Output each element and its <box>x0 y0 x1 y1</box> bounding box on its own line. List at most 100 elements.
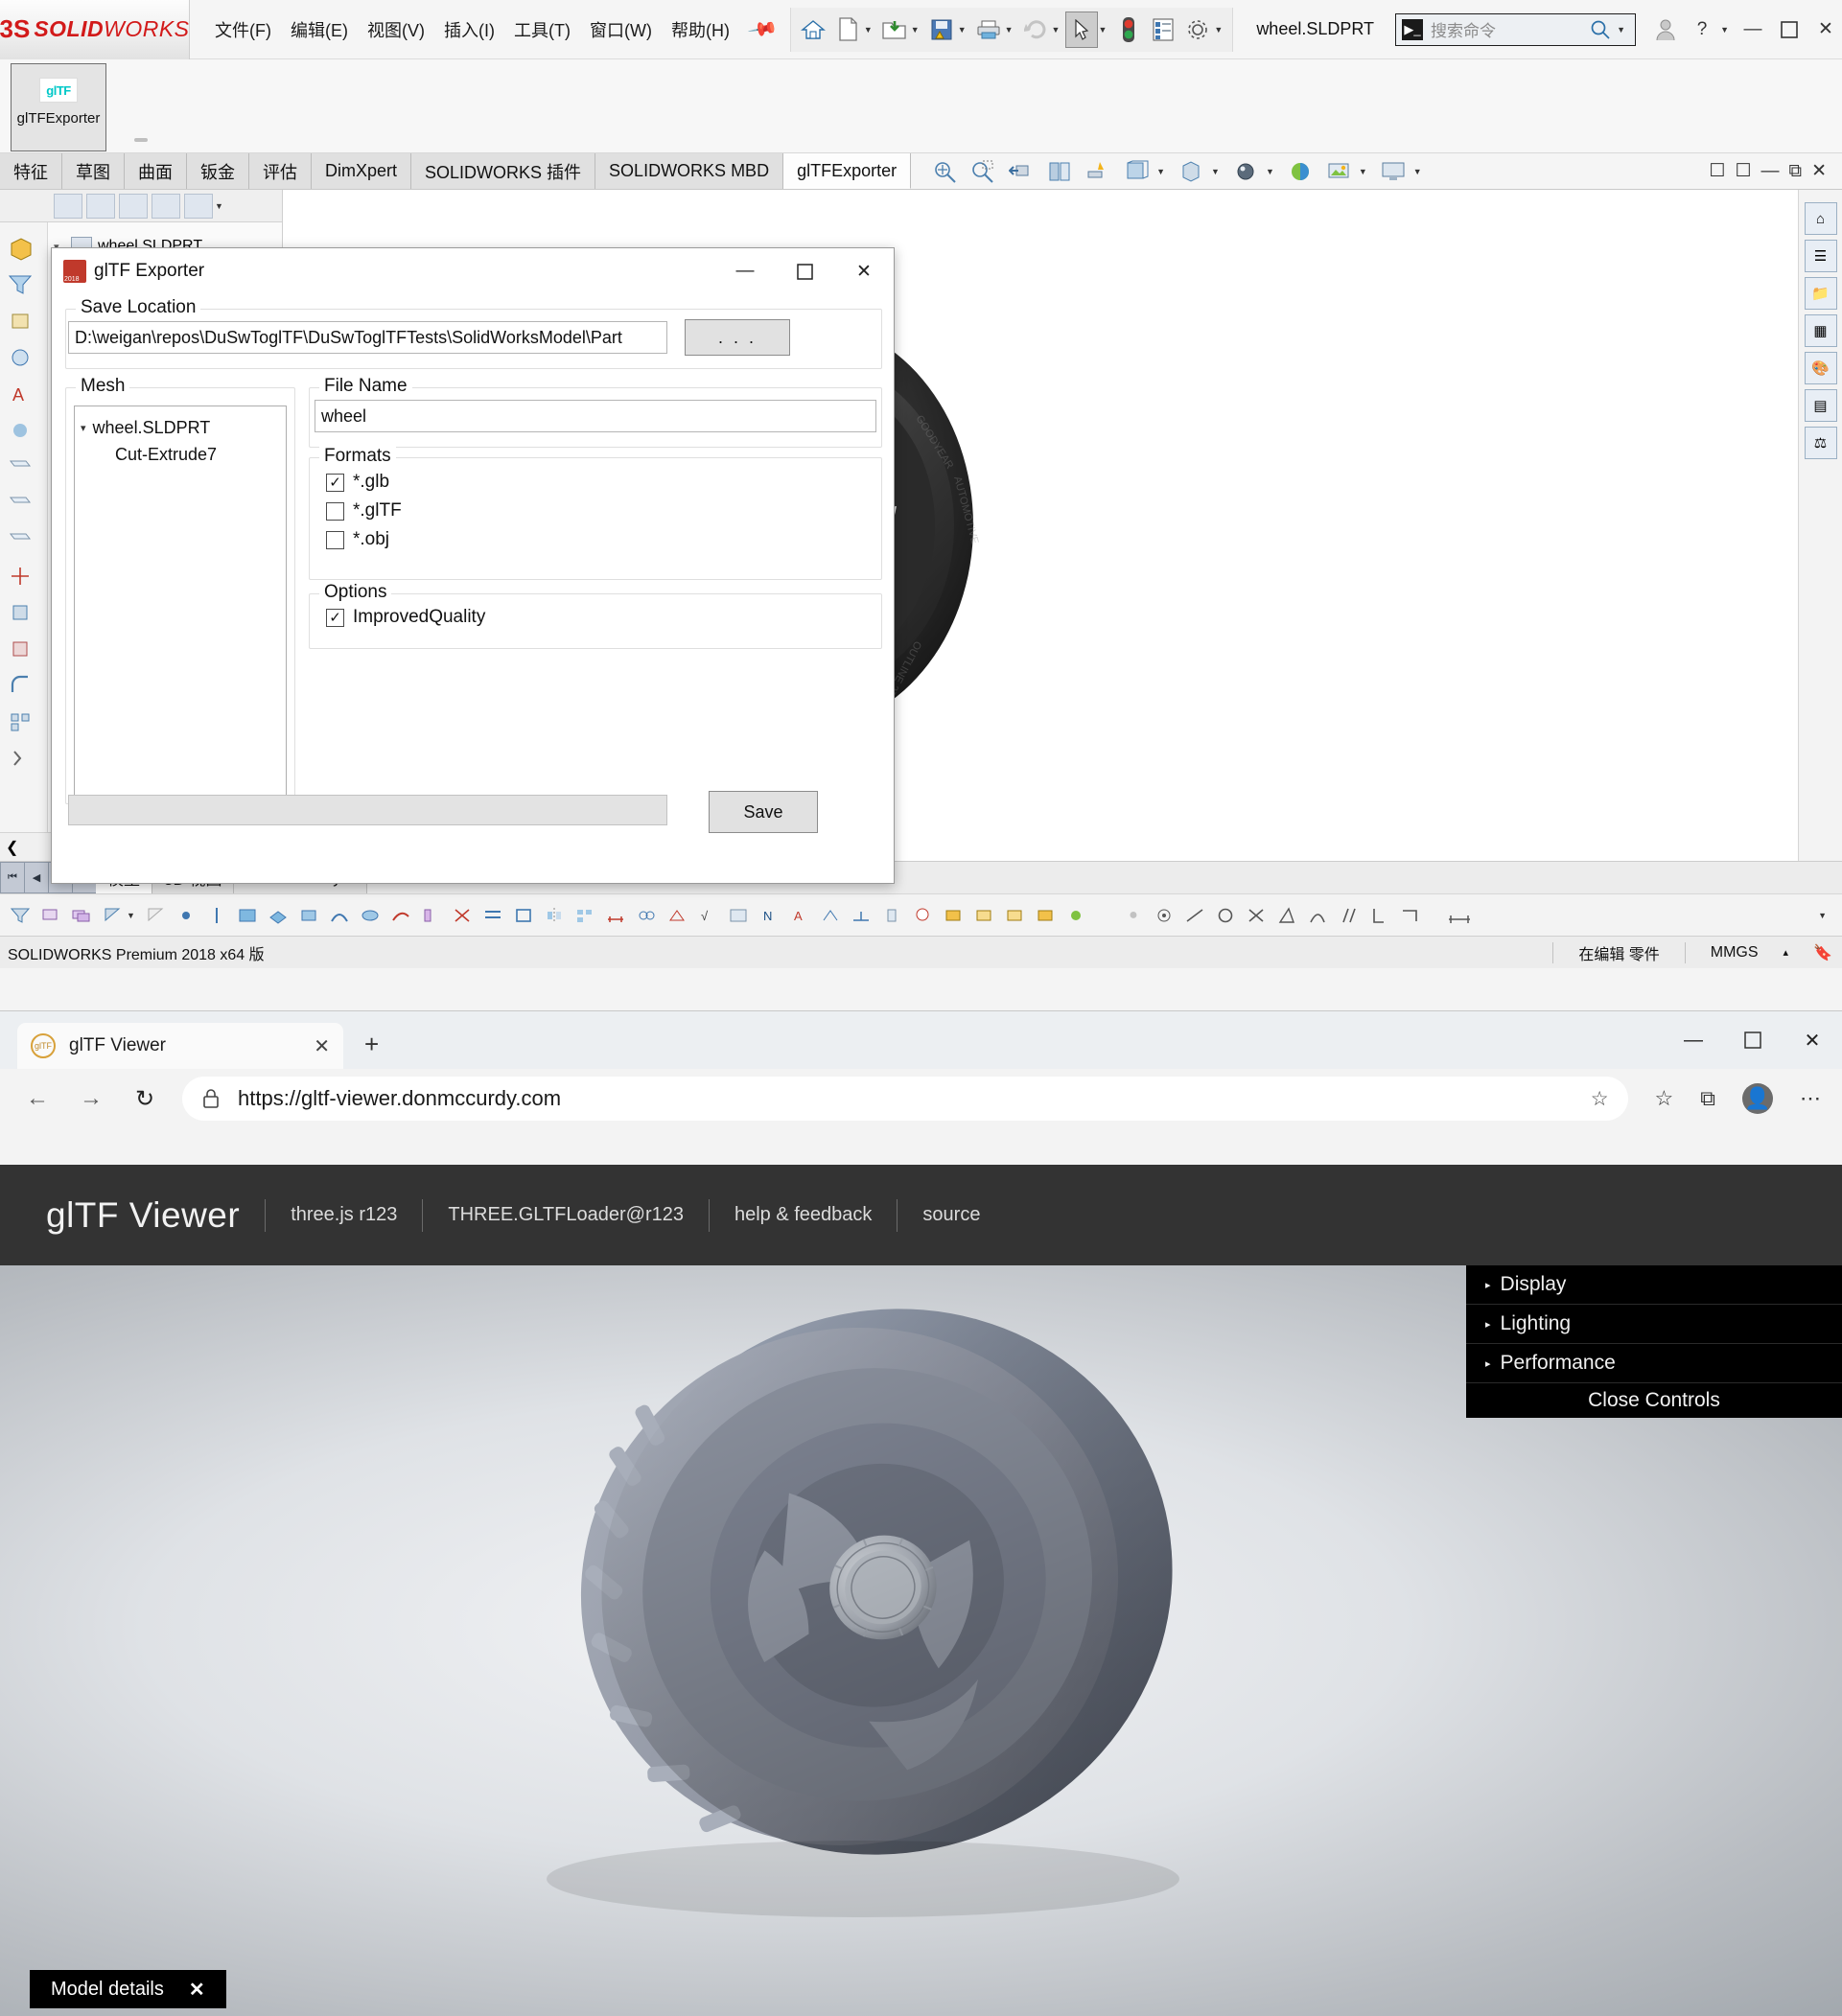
open-document-icon[interactable] <box>878 12 911 48</box>
close-tab-icon[interactable]: ✕ <box>314 1034 330 1058</box>
settings-gear-icon[interactable] <box>1181 12 1214 48</box>
mesh-expand-arrow-icon[interactable]: ▾ <box>81 422 86 434</box>
more-options-icon[interactable]: ⋯ <box>1800 1086 1821 1111</box>
horizontal-relation-icon[interactable] <box>1395 901 1424 930</box>
mesh-list[interactable]: ▾ wheel.SLDPRT Cut-Extrude7 <box>74 406 287 796</box>
offset-icon[interactable] <box>478 901 507 930</box>
previous-view-icon[interactable] <box>1005 156 1038 187</box>
lighting-expand-arrow-icon[interactable]: ▸ <box>1485 1318 1491 1331</box>
edit-appearance-icon[interactable] <box>1229 156 1262 187</box>
first-config-button[interactable]: ⏮ <box>0 862 25 893</box>
file-explorer-icon[interactable]: ▦ <box>1805 314 1837 347</box>
appearances-scenes-icon[interactable]: ▤ <box>1805 389 1837 422</box>
select-caret-icon[interactable]: ▼ <box>1098 25 1107 35</box>
hide-show-items-icon[interactable] <box>1175 156 1207 187</box>
model-details-panel[interactable]: Model details ✕ <box>30 1970 226 2008</box>
format-gltf-checkbox[interactable] <box>326 502 344 521</box>
line-relation-icon[interactable] <box>1180 901 1209 930</box>
circle-relation-icon[interactable] <box>1211 901 1240 930</box>
display-expand-arrow-icon[interactable]: ▸ <box>1485 1279 1491 1291</box>
format-glb-checkbox[interactable]: ✓ <box>326 474 344 492</box>
controls-section-display[interactable]: ▸ Display <box>1466 1265 1842 1305</box>
tab-sheetmetal[interactable]: 钣金 <box>187 153 249 189</box>
weld-symbol-icon[interactable] <box>847 901 875 930</box>
save-icon[interactable] <box>925 12 958 48</box>
perpendicular-relation-icon[interactable] <box>1364 901 1393 930</box>
favorites-icon[interactable]: ☆ <box>1655 1086 1674 1111</box>
display-style-icon[interactable] <box>1120 156 1153 187</box>
section-view-icon[interactable] <box>1043 156 1076 187</box>
surface-finish-icon[interactable] <box>816 901 845 930</box>
tangent-relation-icon[interactable] <box>1303 901 1332 930</box>
display-style-caret-icon[interactable]: ▼ <box>1156 167 1165 176</box>
viewport-icon[interactable] <box>1377 156 1410 187</box>
browser-tab-gltf-viewer[interactable]: glTF glTF Viewer ✕ <box>17 1023 343 1069</box>
configuration-manager-icon[interactable] <box>119 194 148 219</box>
menu-insert[interactable]: 插入(I) <box>436 12 502 47</box>
save-button[interactable]: Save <box>709 791 818 833</box>
tab-solidworks-addins[interactable]: SOLIDWORKS 插件 <box>411 153 595 189</box>
viewport-caret-icon[interactable]: ▼ <box>1413 167 1422 176</box>
view-settings-caret-icon[interactable]: ▼ <box>1359 167 1367 176</box>
front-plane-icon[interactable] <box>7 454 41 487</box>
coincident-relation-icon[interactable] <box>1150 901 1178 930</box>
document-restore-right-icon[interactable]: ☐ <box>1735 160 1751 182</box>
edit-block-icon[interactable] <box>1000 901 1029 930</box>
angle-relation-icon[interactable] <box>1272 901 1301 930</box>
parallel-relation-icon[interactable] <box>1334 901 1363 930</box>
status-units[interactable]: MMGS <box>1711 944 1759 962</box>
smart-dimension-icon[interactable] <box>601 901 630 930</box>
line-icon[interactable] <box>202 901 231 930</box>
undo-icon[interactable] <box>1019 12 1052 48</box>
view-settings-icon[interactable] <box>1322 156 1355 187</box>
display-delete-relations-icon[interactable] <box>632 901 661 930</box>
edit-appearance-caret-icon[interactable]: ▼ <box>1266 167 1274 176</box>
format-glb-row[interactable]: ✓ *.glb <box>326 468 881 497</box>
material-icon[interactable] <box>7 418 41 451</box>
pattern-icon[interactable] <box>7 709 41 742</box>
gltf-exporter-dialog[interactable]: glTF Exporter — ✕ Save Location . . . Me… <box>51 247 895 884</box>
measure-icon[interactable] <box>1445 901 1474 930</box>
reload-icon[interactable]: ↻ <box>128 1085 161 1113</box>
format-obj-row[interactable]: *.obj <box>326 525 881 554</box>
prev-config-button[interactable]: ◀ <box>24 862 49 893</box>
mesh-list-item[interactable]: Cut-Extrude7 <box>81 441 280 468</box>
feature-tree-icon[interactable] <box>54 194 82 219</box>
property-manager-icon[interactable] <box>86 194 115 219</box>
dimxpert-manager-icon[interactable] <box>152 194 180 219</box>
command-search-input[interactable]: ▶_ 搜索命令 ▼ <box>1395 13 1636 46</box>
text-icon[interactable]: A <box>785 901 814 930</box>
model-details-close-icon[interactable]: ✕ <box>189 1978 205 2002</box>
hide-show-caret-icon[interactable]: ▼ <box>1211 167 1220 176</box>
select-tool-icon[interactable] <box>98 901 127 930</box>
format-gltf-row[interactable]: *.glTF <box>326 497 881 525</box>
select-tool-caret-icon[interactable]: ▼ <box>127 911 135 920</box>
tab-evaluate[interactable]: 评估 <box>249 153 312 189</box>
sweep-icon[interactable] <box>386 901 415 930</box>
performance-expand-arrow-icon[interactable]: ▸ <box>1485 1357 1491 1370</box>
option-improved-quality-row[interactable]: ✓ ImprovedQuality <box>326 603 881 632</box>
display-manager-icon[interactable] <box>184 194 213 219</box>
gltf-viewer-canvas[interactable]: ▸ Display ▸ Lighting ▸ Performance Close… <box>0 1265 1842 2016</box>
tab-gltfexporter[interactable]: glTFExporter <box>783 153 911 189</box>
add-favorite-icon[interactable]: ☆ <box>1591 1087 1609 1111</box>
cut-extrude-icon[interactable] <box>7 637 41 669</box>
sketch-entities-icon[interactable] <box>36 901 65 930</box>
menu-help[interactable]: 帮助(H) <box>664 12 737 47</box>
tab-features[interactable]: 特征 <box>0 153 62 189</box>
document-maximize-button[interactable]: ⧉ <box>1789 161 1803 182</box>
browser-maximize-button[interactable] <box>1723 1011 1783 1069</box>
controls-section-performance[interactable]: ▸ Performance <box>1466 1344 1842 1383</box>
trim-icon[interactable] <box>448 901 477 930</box>
home-icon[interactable] <box>797 12 829 48</box>
extruded-boss-icon[interactable] <box>264 901 292 930</box>
layers-icon[interactable] <box>67 901 96 930</box>
browser-close-button[interactable]: ✕ <box>1783 1011 1842 1069</box>
link-help-feedback[interactable]: help & feedback <box>734 1204 872 1226</box>
view-palette-icon[interactable]: 🎨 <box>1805 352 1837 384</box>
account-icon[interactable] <box>1649 13 1682 46</box>
apply-scene-icon[interactable] <box>1284 156 1317 187</box>
save-caret-icon[interactable]: ▼ <box>958 25 967 35</box>
convert-entities-icon[interactable] <box>509 901 538 930</box>
close-controls-button[interactable]: Close Controls <box>1466 1383 1842 1418</box>
